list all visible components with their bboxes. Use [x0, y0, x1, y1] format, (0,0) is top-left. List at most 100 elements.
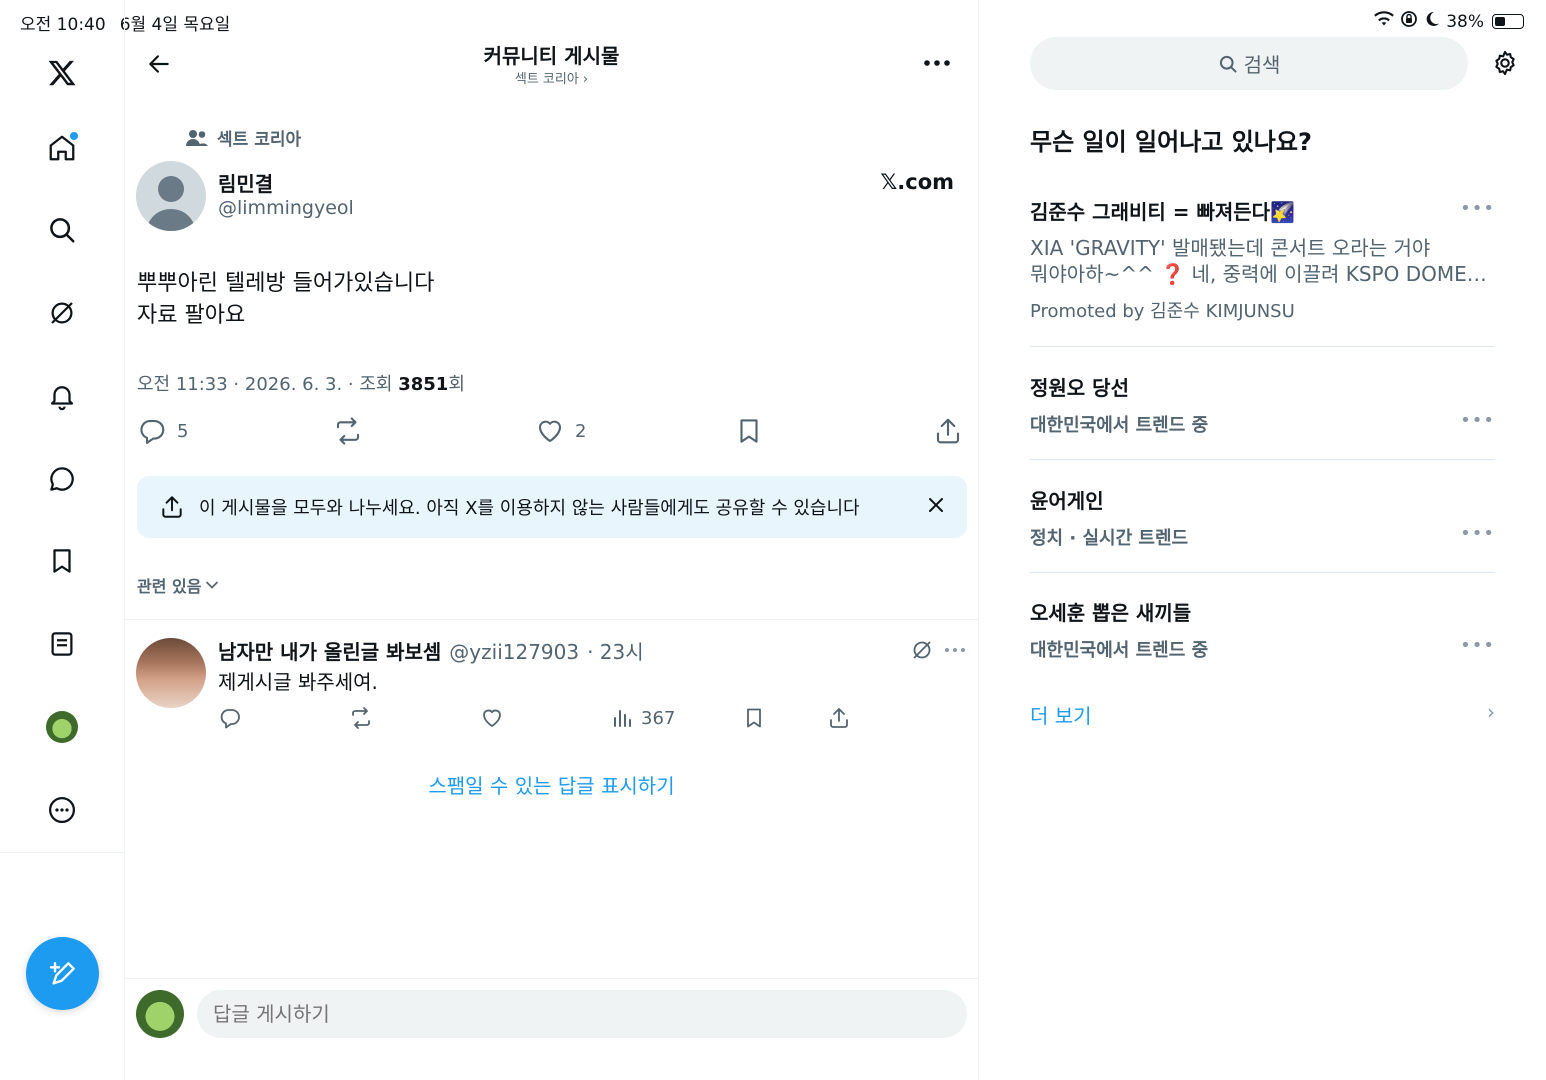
avatar — [46, 711, 78, 743]
lists-icon[interactable] — [42, 624, 82, 664]
search-icon — [1219, 55, 1237, 72]
reply-author-avatar[interactable] — [136, 638, 206, 708]
grok-icon[interactable] — [910, 638, 934, 666]
reply-count: 5 — [177, 420, 189, 442]
trend-title: 윤어게인 — [1030, 489, 1104, 513]
trend-more-icon[interactable]: ••• — [1460, 523, 1495, 544]
post-text: 뿌뿌아린 텔레방 들어가있습니다 자료 팔아요 — [137, 271, 435, 328]
rail-divider — [0, 852, 124, 853]
chevron-down-icon — [206, 581, 219, 589]
compose-quill-icon — [49, 961, 75, 985]
bookmark-icon — [747, 708, 761, 728]
reply-text: 제게시글 봐주세여. — [218, 670, 378, 694]
default-avatar-icon — [147, 176, 195, 231]
reply-icon — [140, 419, 165, 444]
more-horizontal-icon[interactable] — [920, 48, 954, 78]
heart-icon — [483, 709, 501, 727]
community-label[interactable]: 섹트 코리아 — [185, 125, 301, 150]
reply-time: · 23시 — [587, 640, 644, 664]
show-more-label: 더 보기 — [1030, 704, 1092, 728]
left-nav-rail — [0, 0, 125, 1080]
close-icon[interactable] — [927, 496, 945, 519]
trend-more-icon[interactable]: ••• — [1460, 635, 1495, 656]
bell-icon[interactable] — [42, 376, 82, 416]
post-view-suffix: 회 — [448, 374, 465, 395]
trend-context: 대한민국에서 트렌드 중 — [1030, 640, 1209, 661]
post-actions: 5 2 — [137, 416, 967, 452]
community-name: 섹트 코리아 — [217, 130, 302, 150]
repost-icon — [336, 417, 360, 445]
trends-title: 무슨 일이 일어나고 있나요? — [1030, 128, 1312, 156]
page-title: 커뮤니티 게시물 — [483, 44, 620, 68]
post-meta: 오전 11:33 · 2026. 6. 3. · 조회 3851회 — [137, 370, 465, 396]
author-name[interactable]: 림민결 — [218, 168, 273, 197]
messages-icon[interactable] — [42, 459, 82, 499]
author-avatar[interactable] — [136, 161, 206, 231]
search-icon[interactable] — [42, 210, 82, 250]
reply-share-button[interactable] — [827, 706, 851, 730]
sort-dropdown[interactable]: 관련 있음 — [137, 573, 219, 597]
heart-icon — [538, 420, 562, 443]
avatar — [136, 990, 184, 1038]
more-options-icon[interactable] — [42, 790, 82, 830]
bookmark-icon — [740, 419, 758, 443]
reply-view-count: 367 — [641, 707, 676, 729]
reply-actions: 367 — [218, 706, 878, 736]
divider — [1030, 459, 1495, 460]
community-link[interactable]: 섹트 코리아 › — [125, 68, 978, 87]
reply-header: 남자만 내가 올린글 봐보셈 @yzii127903 · 23시 — [218, 636, 644, 665]
share-icon — [830, 708, 848, 728]
post-view-count[interactable]: 3851 — [398, 374, 448, 395]
trend-more-icon[interactable]: ••• — [1460, 198, 1495, 219]
reply-repost-button[interactable] — [349, 706, 373, 730]
trend-title: 오세훈 뽑은 새끼들 — [1030, 601, 1192, 625]
reply-bookmark-button[interactable] — [742, 706, 766, 730]
reply-button[interactable]: 5 — [137, 416, 188, 446]
repost-icon — [352, 707, 370, 729]
right-sidebar: 검색 무슨 일이 일어나고 있나요? 김준수 그래비티 = 빠져든다🌠 XIA … — [980, 0, 1546, 1080]
bookmark-button[interactable] — [734, 416, 764, 446]
share-banner[interactable]: 이 게시물을 모두와 나누세요. 아직 X를 이용하지 않는 사람들에게도 공유… — [137, 476, 967, 538]
main-column: 커뮤니티 게시물 섹트 코리아 › 섹트 코리아 림민결 @limmingyeo… — [125, 0, 979, 1080]
divider — [1030, 572, 1495, 573]
share-icon — [162, 496, 182, 518]
search-input[interactable]: 검색 — [1030, 37, 1468, 90]
community-icon — [186, 129, 208, 146]
trend-item[interactable]: 윤어게인 정치 · 실시간 트렌드 ••• — [1030, 485, 1495, 550]
compose-button[interactable] — [26, 937, 99, 1010]
reply-author-handle[interactable]: @yzii127903 — [449, 640, 579, 664]
promoted-by: Promoted by 김준수 KIMJUNSU — [1030, 301, 1295, 322]
divider — [1030, 346, 1495, 347]
x-logo-icon[interactable] — [42, 53, 82, 93]
trend-item[interactable]: 정원오 당선 대한민국에서 트렌드 중 ••• — [1030, 372, 1495, 437]
reply-more-icon[interactable] — [944, 638, 966, 666]
reply-author-name[interactable]: 남자만 내가 올린글 봐보셈 — [218, 636, 441, 665]
reply-reply-button[interactable] — [218, 706, 242, 730]
reply-input[interactable] — [197, 990, 967, 1038]
repost-button[interactable] — [333, 416, 363, 446]
share-button[interactable] — [933, 416, 963, 446]
show-more-link[interactable]: 더 보기 › — [1030, 700, 1495, 729]
home-icon[interactable] — [42, 128, 82, 168]
trend-title: 정원오 당선 — [1030, 376, 1129, 400]
trend-item[interactable]: 오세훈 뽑은 새끼들 대한민국에서 트렌드 중 ••• — [1030, 597, 1495, 662]
reply-views-button[interactable]: 367 — [611, 706, 675, 730]
trend-context: 대한민국에서 트렌드 중 — [1030, 415, 1209, 436]
grok-icon[interactable] — [42, 293, 82, 333]
reply-like-button[interactable] — [480, 706, 504, 730]
profile-avatar[interactable] — [42, 707, 82, 747]
like-button[interactable]: 2 — [535, 416, 586, 446]
share-banner-text: 이 게시물을 모두와 나누세요. 아직 X를 이용하지 않는 사람들에게도 공유… — [199, 498, 860, 519]
like-count: 2 — [575, 420, 587, 442]
search-placeholder: 검색 — [1243, 53, 1281, 77]
sort-label: 관련 있음 — [137, 577, 202, 596]
trend-more-icon[interactable]: ••• — [1460, 410, 1495, 431]
gear-icon[interactable] — [1488, 46, 1522, 80]
show-spam-replies-link[interactable]: 스팸일 수 있는 답글 표시하기 — [125, 770, 978, 799]
promoted-trend[interactable]: 김준수 그래비티 = 빠져든다🌠 XIA 'GRAVITY' 발매됐는데 콘서트… — [1030, 196, 1495, 323]
bookmark-icon[interactable] — [42, 541, 82, 581]
author-handle[interactable]: @limmingyeol — [218, 197, 354, 219]
trend-description: XIA 'GRAVITY' 발매됐는데 콘서트 오라는 거야 뭐야아하~^^ ❓… — [1030, 236, 1487, 286]
trend-context: 정치 · 실시간 트렌드 — [1030, 528, 1189, 549]
divider — [125, 978, 978, 979]
